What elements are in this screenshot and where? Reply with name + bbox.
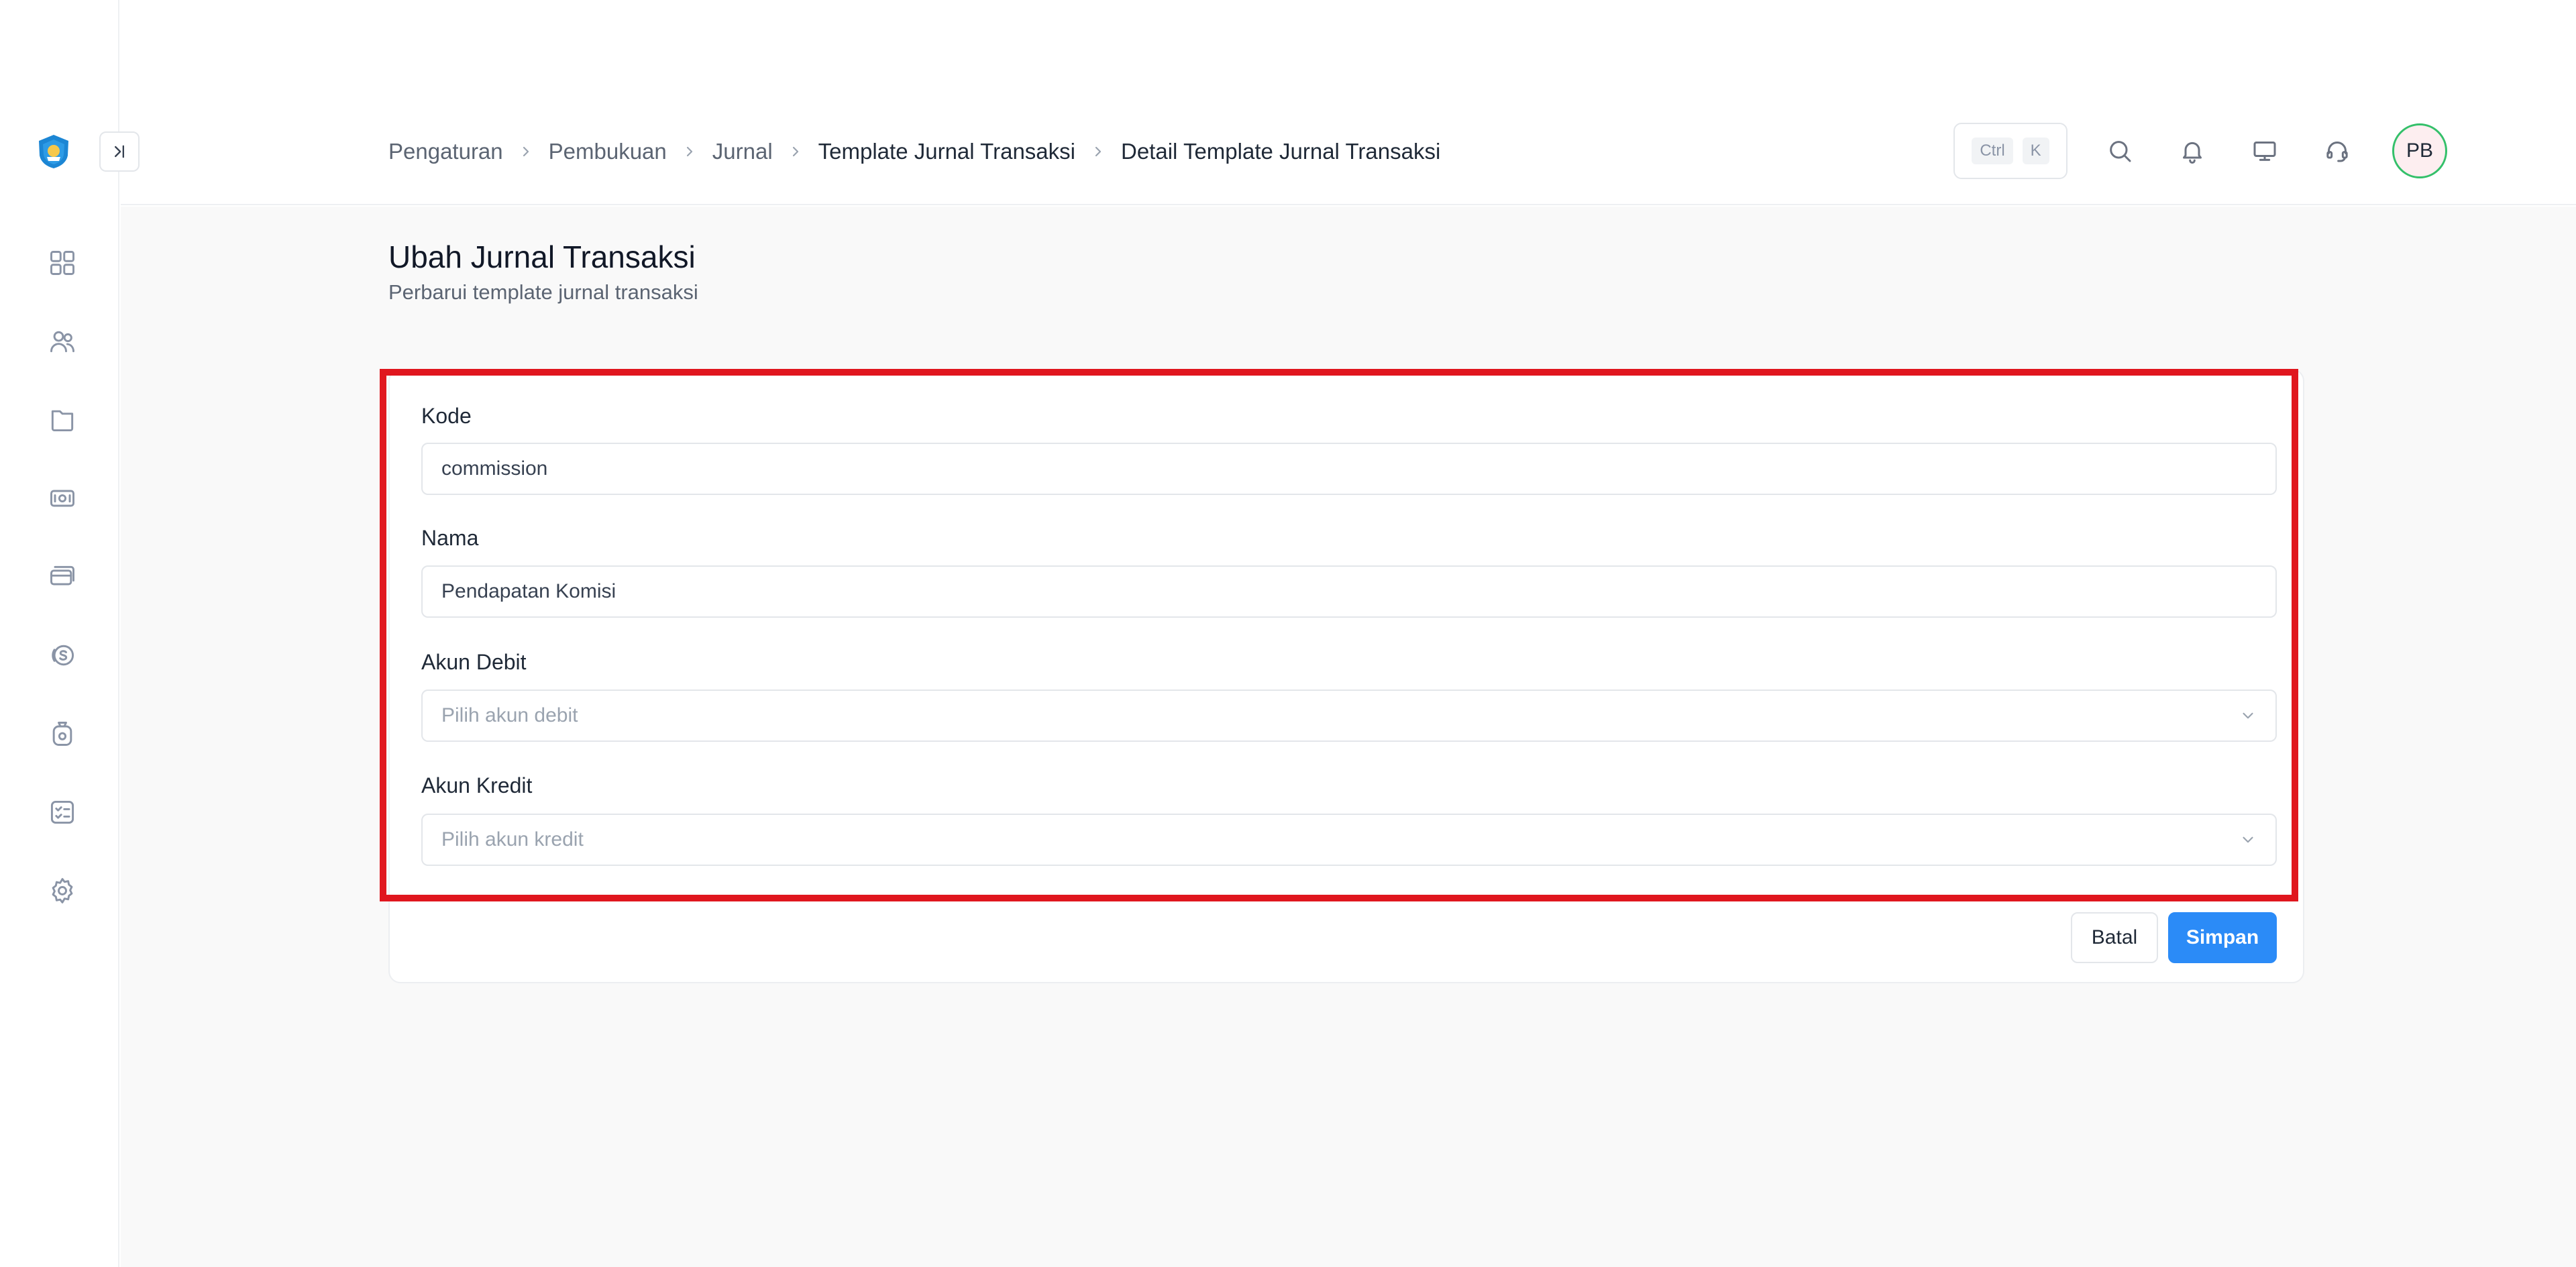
users-icon (50, 331, 74, 353)
breadcrumb-item-current: Detail Template Jurnal Transaksi (1121, 139, 1441, 164)
akun-debit-select[interactable]: Pilih akun debit (421, 690, 2277, 742)
akun-kredit-label: Akun Kredit (421, 773, 533, 797)
save-button[interactable]: Simpan (2168, 912, 2277, 963)
sidebar-item-bag[interactable] (46, 718, 79, 750)
chevron-right-icon (1091, 145, 1105, 158)
user-avatar[interactable]: PB (2392, 123, 2447, 178)
sidebar-item-settings[interactable] (46, 875, 79, 907)
cash-icon (50, 490, 74, 507)
sidebar (0, 0, 119, 1267)
notifications-button[interactable] (2172, 131, 2212, 171)
bell-icon (2183, 142, 2202, 164)
kbd-k: K (2022, 137, 2049, 164)
search-icon (2110, 141, 2131, 162)
bag-icon (52, 722, 72, 746)
sidebar-item-folder[interactable] (46, 404, 79, 436)
nama-label: Nama (421, 526, 479, 550)
coin-icon (52, 645, 74, 666)
support-button[interactable] (2317, 131, 2357, 171)
chevron-right-icon (519, 145, 533, 158)
sidebar-toggle-button[interactable] (99, 131, 140, 172)
collapse-icon (115, 145, 124, 158)
display-button[interactable] (2245, 131, 2285, 171)
sidebar-item-card[interactable] (46, 561, 79, 593)
akun-debit-label: Akun Debit (421, 650, 527, 674)
top-header: Pengaturan Pembukuan Jurnal Template Jur… (121, 0, 2576, 205)
kode-label: Kode (421, 404, 472, 428)
akun-debit-placeholder: Pilih akun debit (441, 704, 578, 726)
folder-icon (51, 410, 74, 432)
chevron-right-icon (789, 145, 802, 158)
sidebar-item-coin[interactable] (46, 639, 79, 671)
search-button[interactable] (2100, 131, 2140, 171)
akun-kredit-select[interactable]: Pilih akun kredit (421, 814, 2277, 866)
header-actions: Ctrl K PB (1953, 123, 2447, 179)
command-palette-shortcut[interactable]: Ctrl K (1953, 123, 2068, 179)
page-title: Ubah Jurnal Transaksi (388, 239, 696, 274)
chevron-right-icon (683, 145, 696, 158)
logo-icon (39, 135, 68, 168)
breadcrumb-item-jurnal[interactable]: Jurnal (712, 139, 773, 164)
headset-icon (2326, 142, 2348, 162)
breadcrumb-item-pengaturan[interactable]: Pengaturan (388, 139, 503, 164)
chevron-down-icon (2243, 712, 2253, 719)
kbd-ctrl: Ctrl (1972, 137, 2013, 164)
breadcrumb-item-pembukuan[interactable]: Pembukuan (549, 139, 667, 164)
dashboard-icon (50, 251, 74, 275)
sidebar-nav (46, 247, 79, 907)
card-icon (50, 565, 74, 586)
sidebar-item-dashboard[interactable] (46, 247, 79, 279)
sidebar-item-cash[interactable] (46, 482, 79, 514)
nama-input[interactable] (421, 565, 2277, 618)
breadcrumb-item-template[interactable]: Template Jurnal Transaksi (818, 139, 1075, 164)
kode-input[interactable] (421, 443, 2277, 495)
breadcrumb: Pengaturan Pembukuan Jurnal Template Jur… (388, 139, 1440, 164)
sidebar-item-checklist[interactable] (46, 796, 79, 828)
akun-kredit-placeholder: Pilih akun kredit (441, 828, 584, 850)
checklist-icon (50, 800, 74, 824)
chevron-down-icon (2243, 836, 2253, 843)
cancel-button[interactable]: Batal (2071, 912, 2158, 963)
monitor-icon (2253, 142, 2276, 161)
sidebar-item-users[interactable] (46, 325, 79, 357)
settings-icon (52, 878, 73, 903)
main-content: Ubah Jurnal Transaksi Perbarui template … (121, 207, 2576, 1267)
page-subtitle: Perbarui template jurnal transaksi (388, 280, 698, 304)
app-logo[interactable] (35, 133, 72, 170)
